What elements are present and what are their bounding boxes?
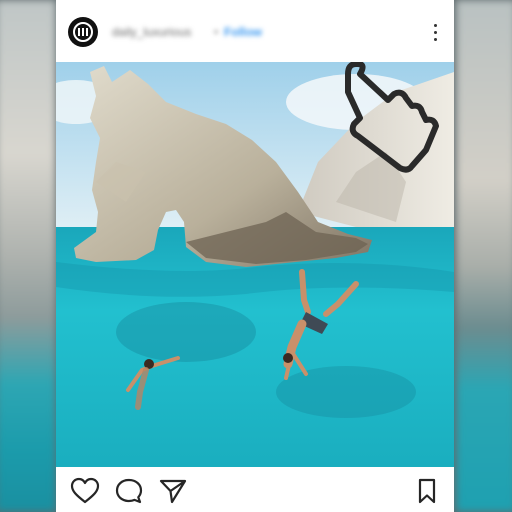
blurred-backdrop-right — [456, 0, 512, 512]
post-header: daily_luxurious • Follow — [56, 0, 454, 62]
post-photo[interactable] — [56, 62, 454, 467]
avatar[interactable] — [68, 17, 98, 47]
bookmark-icon — [418, 478, 436, 504]
like-button[interactable] — [70, 477, 100, 505]
more-options-icon[interactable] — [434, 24, 438, 42]
username-link[interactable]: daily_luxurious — [112, 25, 191, 39]
comment-icon — [115, 478, 143, 504]
post-actions-bar — [56, 467, 454, 512]
post-card: daily_luxurious • Follow — [56, 0, 454, 512]
follow-button[interactable]: Follow — [224, 25, 262, 39]
save-button[interactable] — [412, 477, 442, 505]
send-icon — [159, 479, 187, 504]
share-button[interactable] — [158, 477, 188, 505]
post-photo-image — [56, 62, 454, 467]
comment-button[interactable] — [114, 477, 144, 505]
brand-logo-icon — [73, 22, 93, 42]
heart-icon — [70, 477, 100, 504]
blurred-backdrop-left — [0, 0, 56, 512]
separator-dot: • — [214, 25, 219, 39]
